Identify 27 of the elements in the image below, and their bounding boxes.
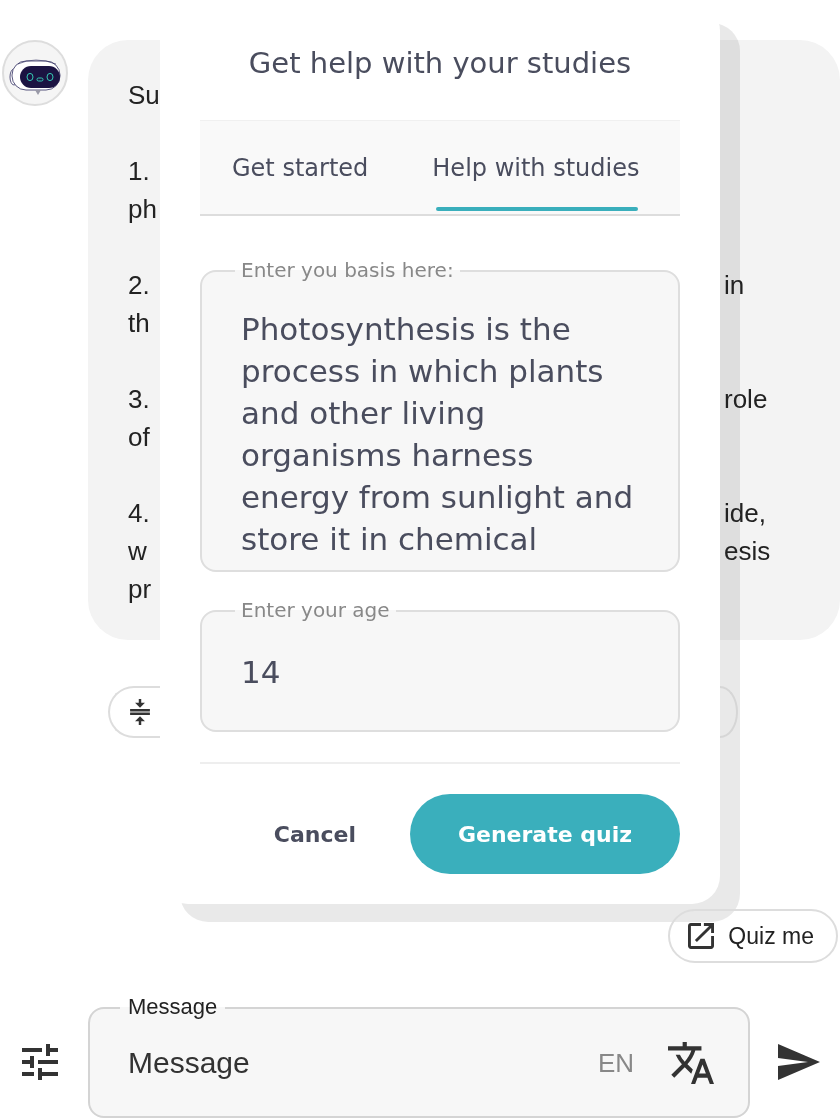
external-link-icon	[688, 923, 715, 949]
message-text: 4.	[128, 497, 150, 530]
message-text: 2.	[128, 269, 150, 302]
message-text: Su	[128, 79, 160, 112]
message-text: th	[128, 307, 150, 340]
tab[interactable]: Help with studies	[400, 121, 672, 214]
tab[interactable]: Get started	[200, 121, 401, 214]
field-label: Message	[120, 996, 226, 1018]
message-text: pr	[128, 573, 152, 606]
collapse-button[interactable]	[108, 686, 160, 738]
sliders-icon[interactable]	[22, 1044, 58, 1080]
compress-icon	[130, 699, 150, 725]
message-text: ide,	[724, 497, 767, 530]
cancel-button[interactable]: Cancel	[253, 794, 376, 874]
quiz-button[interactable]: Quiz me	[668, 909, 838, 963]
send-icon[interactable]	[778, 1044, 820, 1080]
message-text: in	[724, 269, 746, 302]
dialog-title: Get help with your studies	[247, 45, 633, 81]
message-text: 1.	[128, 155, 150, 188]
robot-avatar-icon	[2, 40, 68, 106]
message-text: 3.	[128, 383, 150, 416]
message-text: of	[128, 421, 150, 454]
message-text: ph	[128, 193, 157, 226]
message-text: role	[724, 383, 769, 416]
message-text: w	[128, 535, 147, 568]
translate-icon[interactable]	[668, 1042, 714, 1084]
message-text: esis	[724, 535, 772, 568]
